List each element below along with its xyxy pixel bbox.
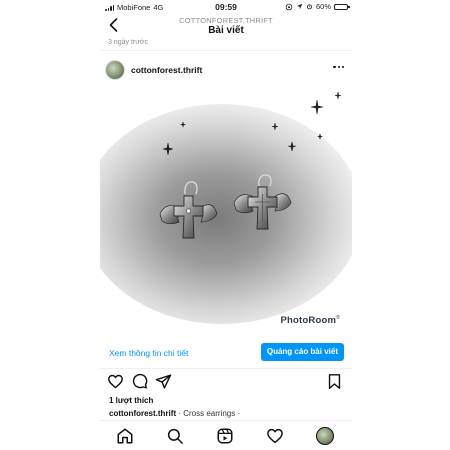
instagram-screen: MobiFone 4G 09:59 60% COTTONFOREST.THRIF…: [100, 0, 352, 450]
post-author[interactable]: cottonforest.thrift: [105, 60, 202, 80]
view-insights-link[interactable]: Xem thông tin chi tiết: [109, 348, 188, 358]
status-bar: MobiFone 4G 09:59 60%: [100, 0, 352, 14]
status-right: 60%: [285, 2, 350, 11]
promote-post-button[interactable]: Quảng cáo bài viết: [260, 343, 344, 361]
more-horizontal-icon[interactable]: [333, 66, 344, 69]
send-icon[interactable]: [155, 373, 172, 390]
screen-rotation-lock-icon: [285, 3, 293, 10]
post-insights-row: Xem thông tin chi tiết Quảng cáo bài viế…: [100, 338, 352, 368]
previous-post-timestamp: 3 ngày trước: [108, 39, 149, 46]
post-image[interactable]: PhotoRoom®: [100, 86, 352, 338]
author-username[interactable]: cottonforest.thrift: [131, 65, 202, 75]
caption-text: · Cross earrings ·: [176, 409, 241, 418]
divider: [100, 50, 352, 51]
alarm-icon: [307, 4, 312, 10]
activity-heart-icon[interactable]: [266, 427, 284, 445]
photoroom-watermark: PhotoRoom®: [280, 314, 340, 326]
post-actions: [100, 372, 352, 392]
reels-icon[interactable]: [216, 427, 234, 445]
battery-percent: 60%: [315, 2, 331, 11]
heart-icon[interactable]: [107, 373, 124, 390]
page-title: Bài viết: [208, 25, 244, 36]
bookmark-icon[interactable]: [326, 373, 343, 390]
page-header: COTTONFOREST.THRIFT Bài viết: [100, 14, 352, 40]
header-account-name: COTTONFOREST.THRIFT: [179, 16, 273, 25]
search-icon[interactable]: [166, 427, 184, 445]
home-icon[interactable]: [116, 427, 134, 445]
profile-avatar[interactable]: [316, 427, 334, 445]
divider: [100, 368, 352, 369]
avatar[interactable]: [105, 60, 125, 80]
comment-icon[interactable]: [131, 373, 148, 390]
earrings-photo: [100, 86, 352, 338]
post-caption: cottonforest.thrift · Cross earrings ·: [109, 409, 240, 418]
battery-icon: [334, 3, 350, 10]
like-count[interactable]: 1 lượt thích: [109, 396, 153, 405]
caption-author[interactable]: cottonforest.thrift: [109, 409, 176, 418]
bottom-navigation: [100, 420, 352, 450]
location-icon: [296, 3, 303, 10]
